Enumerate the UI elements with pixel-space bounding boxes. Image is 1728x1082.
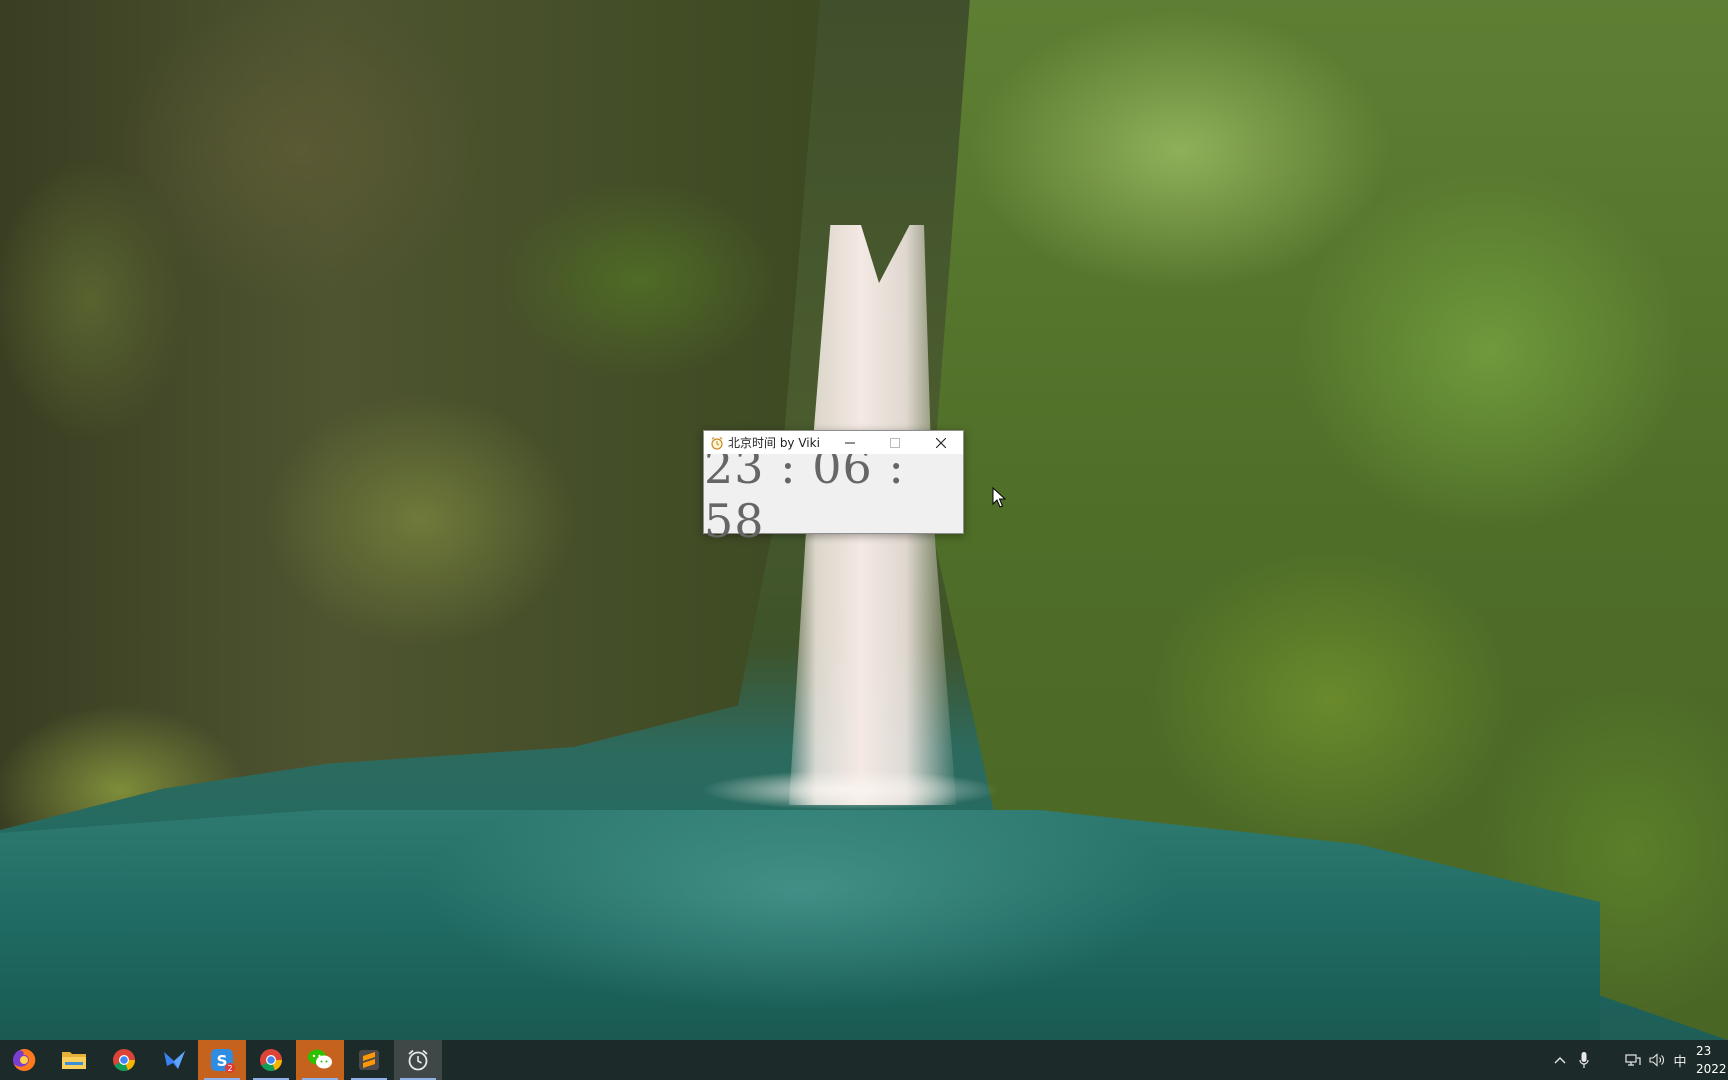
clock-time: 23 : 06 : 58 bbox=[704, 439, 905, 548]
mouse-cursor-icon bbox=[992, 487, 1006, 508]
wallpaper-rock-cliff bbox=[0, 0, 820, 830]
tray-clock-date: 2022 bbox=[1696, 1062, 1727, 1076]
microphone-icon[interactable] bbox=[1576, 1040, 1592, 1080]
maximize-button bbox=[872, 431, 917, 454]
minimize-icon bbox=[844, 442, 855, 443]
wechat-icon bbox=[308, 1049, 332, 1069]
taskbar-wechat[interactable] bbox=[296, 1040, 344, 1080]
feishu-icon bbox=[164, 1051, 185, 1069]
taskbar: S 2 中 23 2022 bbox=[0, 1040, 1728, 1080]
taskbar-firefox[interactable] bbox=[0, 1040, 48, 1080]
taskbar-file-explorer[interactable] bbox=[50, 1040, 98, 1080]
taskbar-alarm-clock[interactable] bbox=[394, 1040, 442, 1080]
window-titlebar[interactable]: 北京时间 by Viki bbox=[704, 431, 963, 454]
clock-window[interactable]: 北京时间 by Viki 23 : 06 : 58 bbox=[703, 430, 964, 548]
taskbar-sogou[interactable]: S 2 bbox=[198, 1040, 246, 1080]
folder-icon bbox=[62, 1052, 86, 1069]
window-title: 北京时间 by Viki bbox=[728, 436, 820, 450]
chrome-icon bbox=[113, 1049, 135, 1071]
wallpaper-splash bbox=[700, 770, 1000, 810]
tray-clock-time: 23 bbox=[1696, 1044, 1712, 1058]
svg-text:2: 2 bbox=[227, 1064, 232, 1073]
network-icon[interactable] bbox=[1624, 1040, 1642, 1080]
maximize-icon bbox=[889, 437, 900, 448]
sublime-icon bbox=[359, 1050, 379, 1070]
taskbar-feishu[interactable] bbox=[150, 1040, 198, 1080]
wallpaper-pool bbox=[0, 810, 1600, 1040]
alarm-clock-icon bbox=[709, 435, 724, 450]
taskbar-chrome-2[interactable] bbox=[247, 1040, 295, 1080]
input-method-indicator[interactable]: 中 bbox=[1670, 1040, 1690, 1080]
close-button[interactable] bbox=[918, 431, 963, 454]
alarm-clock-icon bbox=[408, 1049, 428, 1071]
taskbar-chrome[interactable] bbox=[100, 1040, 148, 1080]
sogou-icon: S 2 bbox=[211, 1049, 235, 1073]
tray-clock[interactable]: 23 2022 bbox=[1696, 1040, 1728, 1082]
show-hidden-icons-chevron-up-icon[interactable] bbox=[1552, 1040, 1568, 1080]
chrome-icon bbox=[260, 1049, 282, 1071]
taskbar-sublime[interactable] bbox=[345, 1040, 393, 1080]
firefox-icon bbox=[13, 1048, 36, 1071]
close-icon bbox=[935, 437, 946, 448]
clock-display: 23 : 06 : 58 bbox=[704, 440, 963, 548]
minimize-button[interactable] bbox=[827, 431, 872, 454]
volume-icon[interactable] bbox=[1648, 1040, 1666, 1080]
